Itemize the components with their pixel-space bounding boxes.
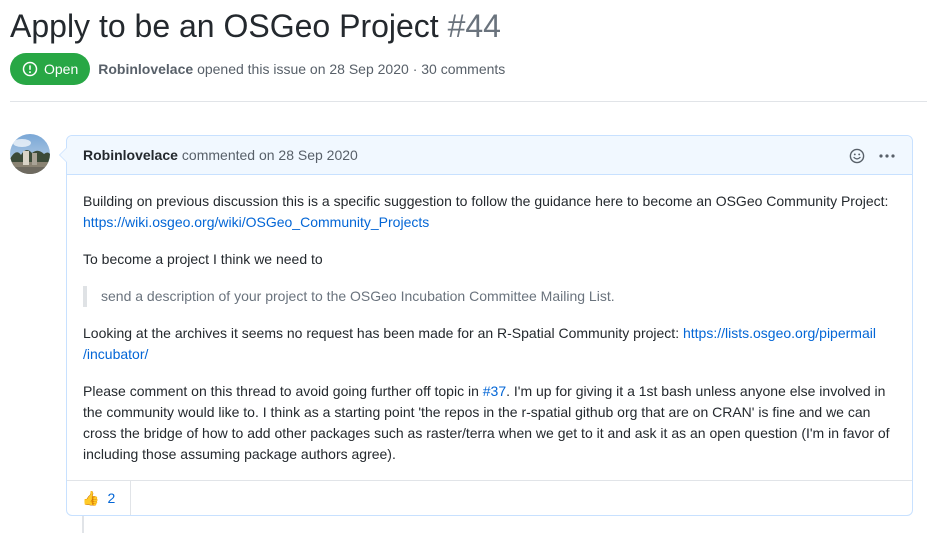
smiley-icon[interactable]: [849, 148, 865, 164]
issue-author-link[interactable]: Robinlovelace: [98, 61, 193, 77]
comment-author-link[interactable]: Robinlovelace: [83, 147, 178, 163]
comment-actions: [849, 148, 896, 164]
timeline-line: [82, 516, 84, 533]
quote-block: send a description of your project to th…: [83, 286, 896, 307]
reaction-count: 2: [107, 490, 116, 506]
issue-title-text: Apply to be an OSGeo Project: [10, 8, 439, 44]
comment-box: Robinlovelace commented on 28 Sep 2020 B…: [59, 135, 913, 516]
comment-paragraph: Looking at the archives it seems no requ…: [83, 323, 896, 365]
kebab-horizontal-icon[interactable]: [878, 148, 896, 164]
reactions-bar: 👍 2: [67, 480, 912, 515]
issue-opened-text: opened this issue on 28 Sep 2020: [197, 61, 409, 77]
comment-header: Robinlovelace commented on 28 Sep 2020: [67, 136, 912, 175]
osgeo-community-projects-link[interactable]: https://wiki.osgeo.org/wiki/OSGeo_Commun…: [83, 214, 429, 230]
header-divider: [10, 101, 927, 102]
avatar-image: [10, 134, 50, 174]
issue-opened-icon: [22, 61, 38, 77]
paragraph-text: Looking at the archives it seems no requ…: [83, 325, 680, 341]
comment-body: Building on previous discussion this is …: [67, 175, 912, 465]
comment-paragraph: To become a project I think we need to: [83, 251, 323, 267]
reaction-thumbs-up-button[interactable]: 👍 2: [67, 481, 132, 515]
link-line-2: /incubator/: [83, 346, 149, 362]
issue-37-link[interactable]: #37: [483, 383, 506, 399]
avatar[interactable]: [10, 134, 50, 174]
paragraph-text: Please comment on this thread to avoid g…: [83, 383, 479, 399]
issue-meta: Open Robinlovelace opened this issue on …: [10, 53, 505, 85]
issue-number: #44: [447, 8, 501, 44]
thumbs-up-icon: 👍: [82, 489, 100, 506]
paragraph-text: Building on previous discussion this is …: [83, 193, 889, 209]
comments-count: 30 comments: [421, 61, 506, 77]
status-badge-label: Open: [44, 61, 79, 77]
comment-timestamp[interactable]: commented on 28 Sep 2020: [182, 147, 358, 163]
link-line-1: https://lists.osgeo.org/pipermail: [682, 325, 876, 341]
issue-title: Apply to be an OSGeo Project #44: [10, 6, 501, 46]
comment-paragraph: Building on previous discussion this is …: [83, 191, 896, 233]
comment-paragraph: Please comment on this thread to avoid g…: [83, 381, 896, 465]
status-badge: Open: [10, 53, 91, 85]
